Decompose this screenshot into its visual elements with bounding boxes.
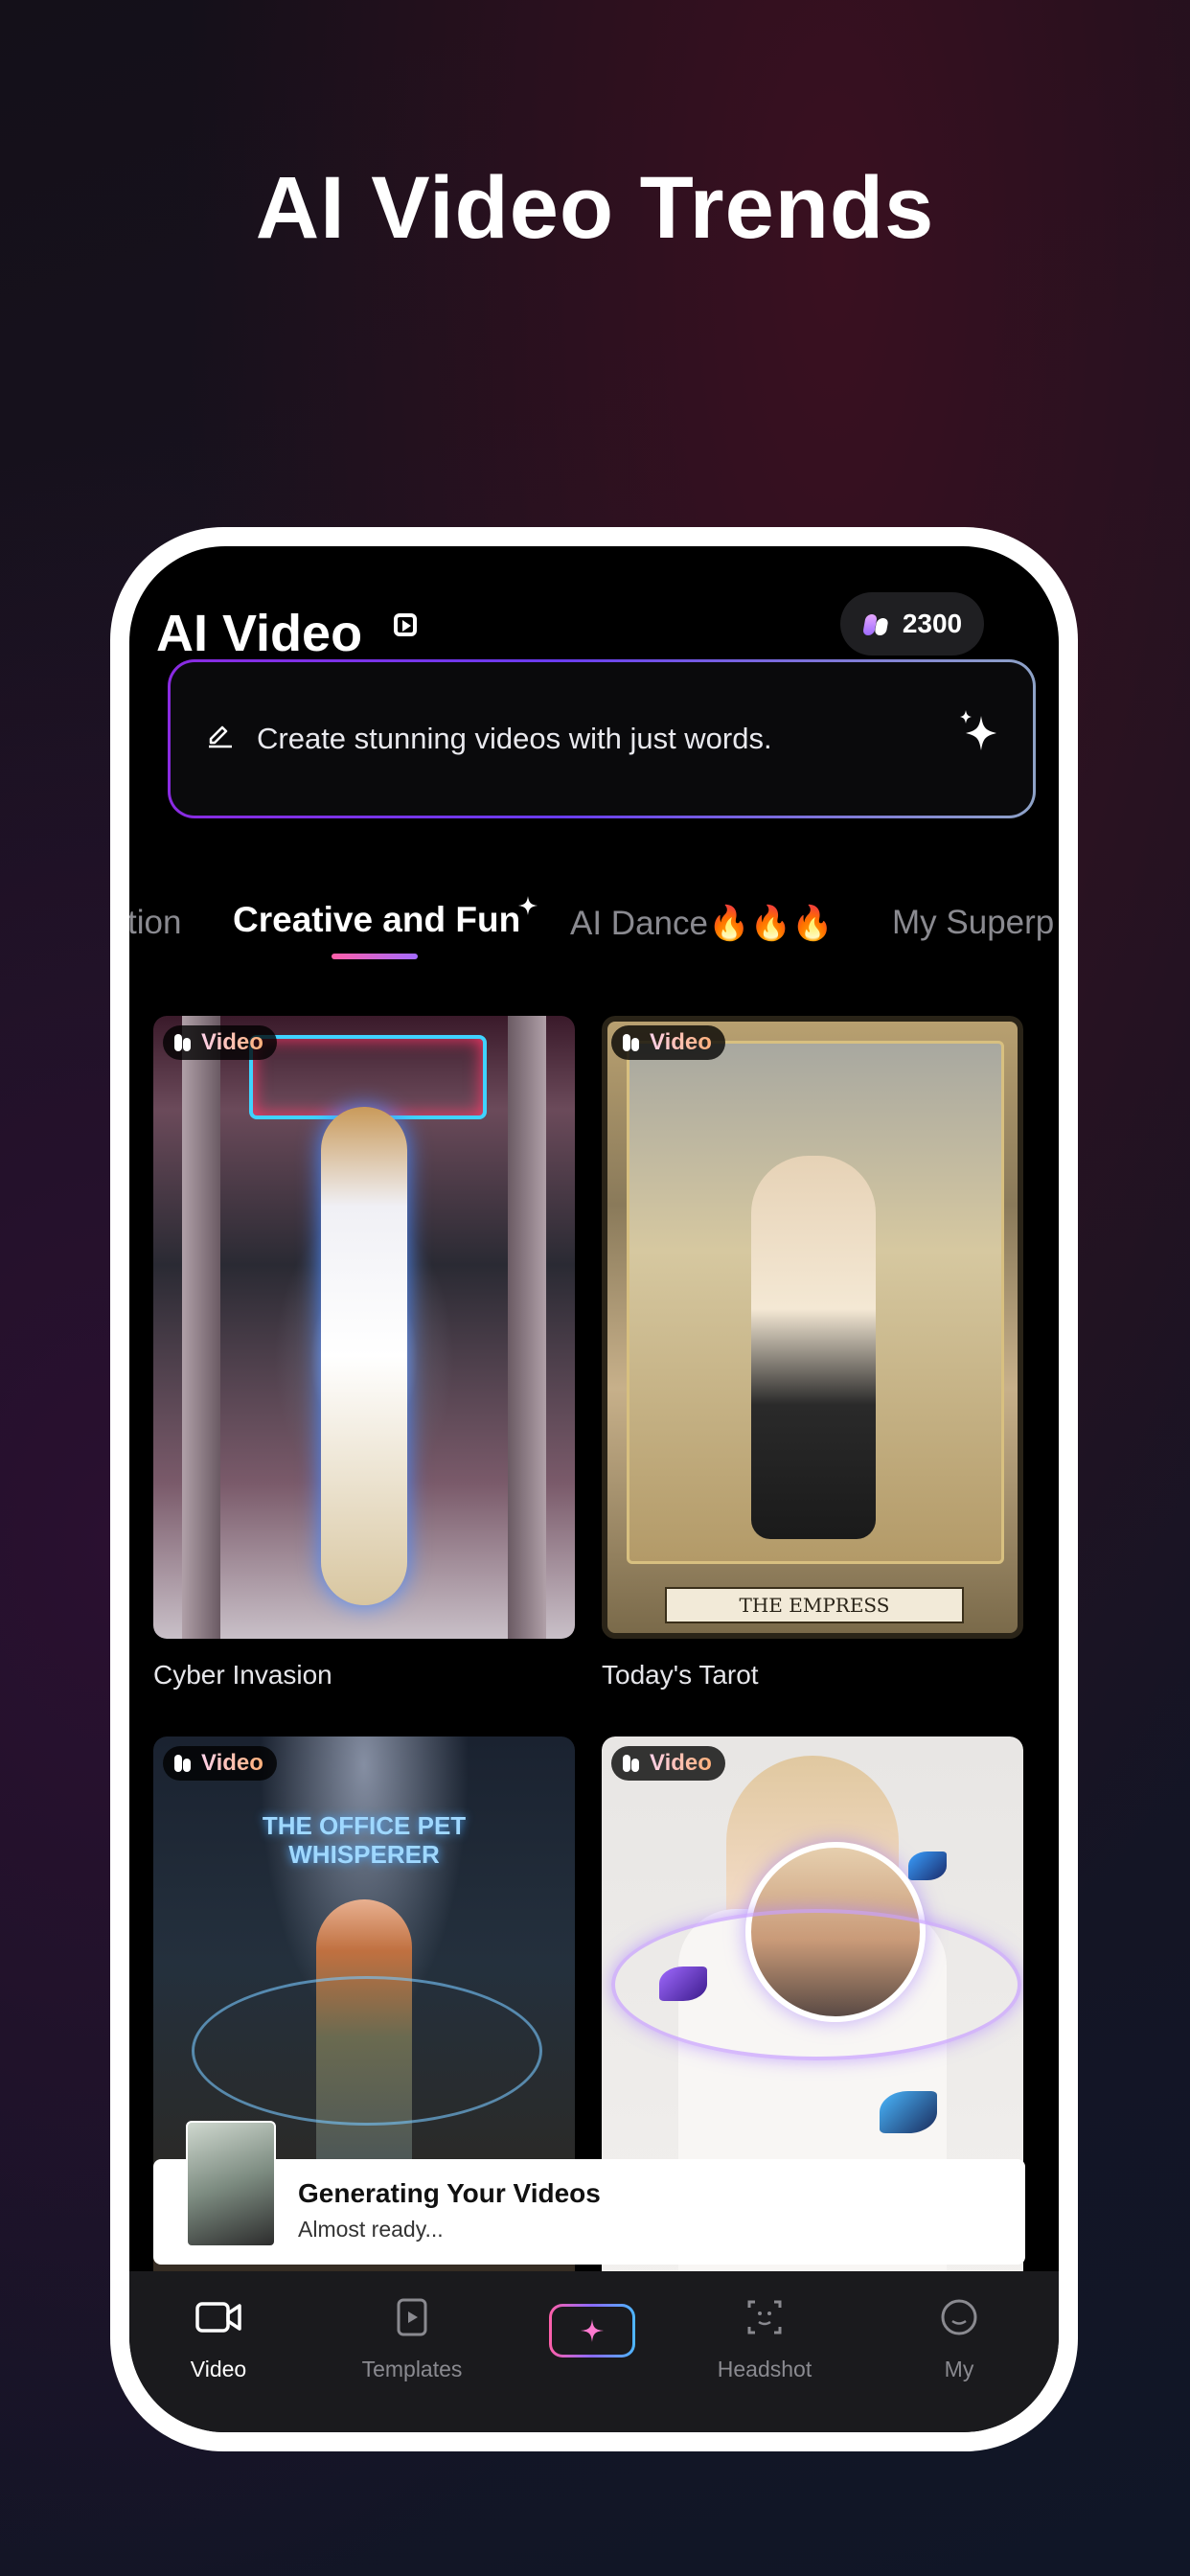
- page-title: AI Video: [156, 605, 363, 662]
- template-card-cyber-invasion[interactable]: Video Cyber Invasion: [153, 1016, 575, 1706]
- card-thumbnail[interactable]: [153, 1016, 575, 1639]
- office-pet-caption: THE OFFICE PET WHISPERER: [262, 1811, 467, 1869]
- nav-label: Video: [190, 2357, 247, 2381]
- video-badge-icon: [172, 1034, 194, 1051]
- nav-headshot[interactable]: Headshot: [688, 2296, 841, 2382]
- app-screen: AI Video 2300 Create stunning videos wit…: [129, 546, 1059, 2432]
- toast-title: Generating Your Videos: [298, 2178, 601, 2208]
- tab-creative-and-fun[interactable]: Creative and Fun: [233, 896, 538, 940]
- credits-count: 2300: [902, 609, 963, 638]
- create-button[interactable]: [549, 2304, 635, 2358]
- nav-templates[interactable]: Templates: [335, 2296, 489, 2382]
- sparkle-icon[interactable]: [952, 704, 1006, 758]
- video-badge: Video: [163, 1746, 277, 1781]
- tab-creative-label: Creative and Fun: [233, 900, 521, 939]
- phone-frame: AI Video 2300 Create stunning videos wit…: [110, 527, 1078, 2451]
- prompt-input[interactable]: Create stunning videos with just words.: [168, 659, 1036, 818]
- play-badge-icon: [394, 613, 417, 636]
- category-tabs: tion Creative and Fun AI Dance🔥🔥🔥 My Sup…: [129, 886, 1059, 963]
- video-badge-icon: [621, 1034, 642, 1051]
- tab-partial-left[interactable]: tion: [129, 904, 181, 942]
- video-badge: Video: [611, 1025, 725, 1060]
- toast-subtitle: Almost ready...: [298, 2217, 444, 2242]
- promo-headline: AI Video Trends: [255, 159, 935, 257]
- templates-icon: [397, 2298, 427, 2336]
- credits-logo-icon: [861, 612, 891, 635]
- nav-video[interactable]: Video: [142, 2296, 295, 2382]
- template-card-todays-tarot[interactable]: THE EMPRESS Video Today's Tarot: [602, 1016, 1023, 1706]
- tab-my-superpower[interactable]: My Superp: [892, 904, 1054, 942]
- video-badge: Video: [163, 1025, 277, 1060]
- nav-label: Headshot: [717, 2357, 812, 2381]
- smiley-icon: [941, 2299, 977, 2335]
- generating-toast[interactable]: Generating Your Videos Almost ready...: [153, 2121, 1025, 2265]
- tab-sparkle-icon: [518, 896, 538, 915]
- toast-thumbnail: [186, 2121, 276, 2247]
- prompt-placeholder: Create stunning videos with just words.: [257, 722, 772, 755]
- video-badge: Video: [611, 1746, 725, 1781]
- nav-my[interactable]: My: [882, 2296, 1036, 2382]
- video-camera-icon: [195, 2302, 241, 2333]
- prompt-input-inner[interactable]: Create stunning videos with just words.: [171, 662, 1033, 816]
- pencil-icon: [209, 725, 232, 748]
- face-scan-icon: [747, 2300, 782, 2334]
- active-tab-indicator: [332, 954, 418, 959]
- tab-ai-dance[interactable]: AI Dance🔥🔥🔥: [570, 904, 834, 943]
- credits-badge[interactable]: 2300: [840, 592, 984, 656]
- card-title: Cyber Invasion: [153, 1660, 332, 1690]
- bottom-nav: Video Templates Headshot My: [129, 2271, 1059, 2432]
- card-title: Today's Tarot: [602, 1660, 759, 1690]
- video-badge-icon: [621, 1755, 642, 1772]
- tarot-caption: THE EMPRESS: [739, 1594, 890, 1617]
- sparkle-create-icon: [581, 2319, 604, 2342]
- video-badge-icon: [172, 1755, 194, 1772]
- nav-label: My: [944, 2357, 974, 2381]
- card-thumbnail[interactable]: THE EMPRESS: [602, 1016, 1023, 1639]
- nav-label: Templates: [361, 2357, 463, 2381]
